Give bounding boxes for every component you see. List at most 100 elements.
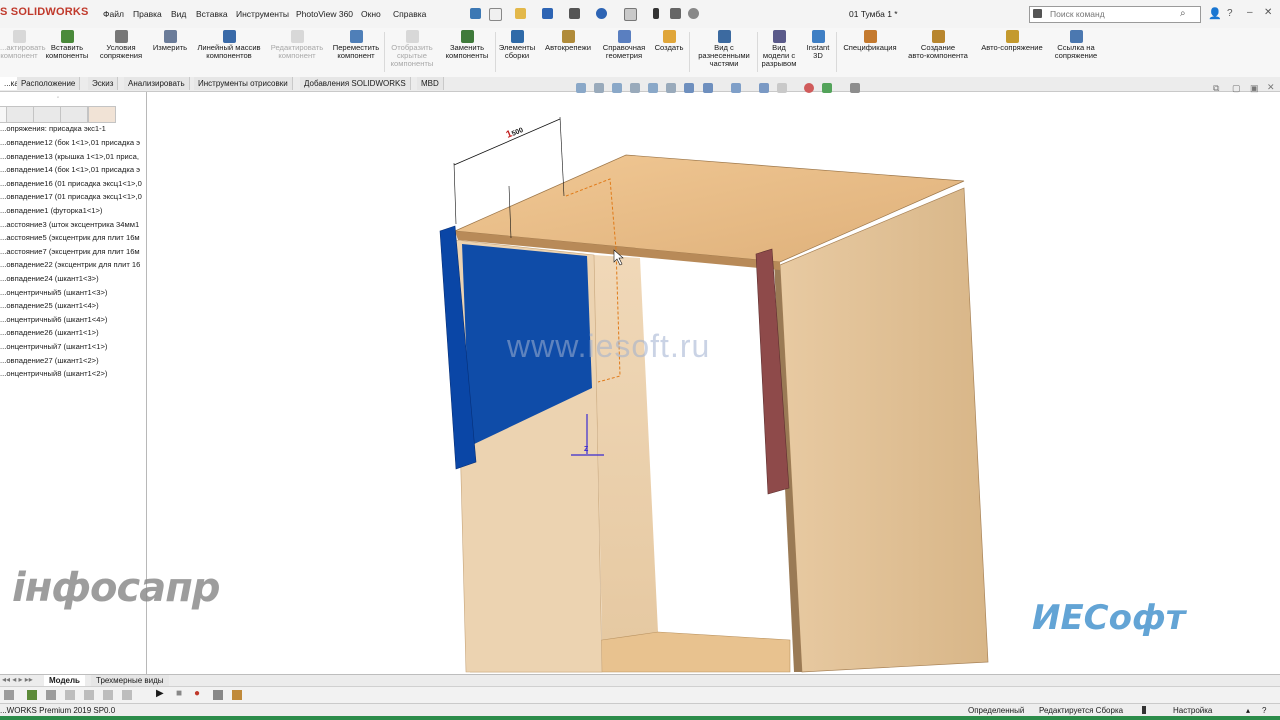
search-scope-icon[interactable] [1033,9,1042,18]
property-manager-icon[interactable] [6,106,34,123]
configuration-manager-icon[interactable] [33,106,61,123]
tree-item-mate[interactable]: ...овпадение22 (эксцентрик для плит 16 [0,260,140,269]
rebuild-status-icon[interactable] [1142,706,1146,714]
reference-geometry-button[interactable]: Справочная геометрия [599,30,649,60]
bom-button[interactable]: Спецификация [839,30,901,52]
linear-pattern-button[interactable]: Линейный массив компонентов [193,30,265,60]
back-panel[interactable] [594,255,658,640]
cabinet-model-svg[interactable] [147,92,1280,674]
tree-item-mate[interactable]: ...онцентричный6 (шкант1<4>) [0,315,107,324]
tab-evaluate[interactable]: Анализировать [124,77,190,90]
tree-item-mate[interactable]: ...асстояние3 (шток эксцентрика 34мм1 [0,220,139,229]
monitor-display-icon[interactable] [850,83,860,93]
maximize-view-icon[interactable]: ▣ [1250,83,1259,94]
file-properties-icon[interactable] [670,8,681,19]
menu-tools[interactable]: Инструменты [236,9,289,19]
panel-collapse-handle[interactable]: ◦ [57,95,59,101]
rebuild-icon[interactable] [653,8,659,19]
undo-icon[interactable] [596,8,607,19]
tree-item-mate[interactable]: ...овпадение24 (шкант1<3>) [0,274,99,283]
close-view-icon[interactable]: ✕ [1267,82,1275,93]
toolbar-icon[interactable] [232,690,242,700]
show-hidden-components-button[interactable]: Отобразить скрытые компоненты [387,30,437,68]
instant3d-button[interactable]: Instant 3D [802,30,834,60]
realview-icon[interactable] [804,83,814,93]
options-gear-icon[interactable] [688,8,699,19]
minimize-icon[interactable]: – [1247,7,1253,18]
render-tools-icon[interactable] [822,83,832,93]
smart-fasteners-button[interactable]: Автокрепежи [540,30,596,52]
view-orientation-icon[interactable] [666,83,676,93]
menu-help[interactable]: Справка [393,9,426,19]
toolbar-icon[interactable] [46,690,56,700]
tab-scroll-arrows-icon[interactable]: ◂◂ ◂ ▸ ▸▸ [2,675,33,684]
tab-mbd[interactable]: MBD [417,77,444,90]
tree-item-mate[interactable]: ...овпадение26 (шкант1<1>) [0,328,99,337]
zoom-area-icon[interactable] [594,83,604,93]
tree-item-mate[interactable]: ...овпадение12 (бок 1<1>,01 присадка э [0,138,140,147]
mate-reference-button[interactable]: Ссылка на сопряжение [1050,30,1102,60]
solidworks-logo[interactable]: S SOLIDWORKS [0,6,89,18]
search-input[interactable] [1048,8,1172,20]
dynamic-annotation-icon[interactable] [648,83,658,93]
play-icon[interactable]: ▶ [156,688,164,699]
auto-component-button[interactable]: Создание авто-компонента [903,30,973,60]
tree-item-mate[interactable]: ...асстояние7 (эксцентрик для плит 16м [0,247,140,256]
tree-item-mate[interactable]: ...овпадение14 (бок 1<1>,01 присадка э [0,165,140,174]
apply-scene-icon[interactable] [759,83,769,93]
mate-button[interactable]: Условия сопряжения [97,30,145,60]
break-view-button[interactable]: Вид модели с разрывом [759,30,799,68]
toolbar-icon[interactable] [4,690,14,700]
move-component-button[interactable]: Переместить компонент [329,30,383,60]
stop-icon[interactable]: ■ [176,688,182,699]
section-view-icon[interactable] [630,83,640,93]
create-button[interactable]: Создать [652,30,686,52]
dimension-line[interactable] [453,118,561,166]
dimxpert-crosshair-icon[interactable] [60,106,88,123]
toolbar-icon[interactable] [213,690,223,700]
toolbar-icon[interactable] [84,690,94,700]
user-icon[interactable]: 👤 [1208,7,1222,20]
search-icon[interactable]: ⌕ [1180,8,1186,19]
tree-item-mate[interactable]: ...овпадение27 (шкант1<2>) [0,356,99,365]
tree-item-mate[interactable]: ...овпадение25 (шкант1<4>) [0,301,99,310]
tree-item-mate[interactable]: ...овпадение17 (01 присадка эксц1<1>,0 [0,192,142,201]
tile-view-icon[interactable]: ▢ [1232,83,1241,94]
exploded-view-button[interactable]: Вид с разнесенными частями [693,30,755,68]
save-icon[interactable] [542,8,553,19]
search-command-box[interactable]: ⌕ [1029,6,1201,23]
record-icon[interactable]: ● [194,688,200,699]
tree-item-mate[interactable]: ...овпадение13 (крышка 1<1>,01 приса, [0,152,139,161]
menu-photoview[interactable]: PhotoView 360 [296,9,353,19]
tree-item-mate[interactable]: ...асстояние5 (эксцентрик для плит 16м [0,233,140,242]
view-settings-icon[interactable] [777,83,787,93]
edit-component-button[interactable]: ...актировать компонент [0,30,46,60]
tree-item-mate[interactable]: ...онцентричный7 (шкант1<1>) [0,342,107,351]
display-style-icon[interactable] [684,83,694,93]
menu-window[interactable]: Окно [361,9,381,19]
replace-components-button[interactable]: Заменить компоненты [441,30,493,60]
tab-model[interactable]: Модель [44,675,85,686]
tab-sketch[interactable]: Эскиз [88,77,119,90]
close-icon[interactable]: ✕ [1264,7,1272,18]
right-side-panel[interactable] [779,187,989,673]
hide-show-items-icon[interactable] [703,83,713,93]
graphics-viewport[interactable]: 1500 Z www.iesoft.ru [147,92,1280,674]
toolbar-icon[interactable] [122,690,132,700]
tab-layout[interactable]: Расположение [17,77,81,90]
tree-item-mate[interactable]: ...овпадение16 (01 присадка эксц1<1>,0 [0,179,142,188]
open-folder-icon[interactable] [515,8,526,19]
menu-view[interactable]: Вид [171,9,186,19]
menu-insert[interactable]: Вставка [196,9,228,19]
auto-mate-button[interactable]: Авто-сопряжение [976,30,1048,52]
edit-appearance-icon[interactable] [731,83,741,93]
menu-file[interactable]: Файл [103,9,124,19]
toolbar-icon[interactable] [103,690,113,700]
tree-header[interactable]: ...опряжения: присадка экс1-1 [0,124,106,133]
insert-components-button[interactable]: Вставить компоненты [42,30,92,60]
assembly-features-button[interactable]: Элементы сборки [497,30,537,60]
edit-component-2-button[interactable]: Редактировать компонент [267,30,327,60]
tab-markup-tools[interactable]: Инструменты отрисовки [194,77,293,90]
tree-item-mate[interactable]: ...онцентричный5 (шкант1<3>) [0,288,107,297]
tree-item-mate[interactable]: ...онцентричный8 (шкант1<2>) [0,369,107,378]
